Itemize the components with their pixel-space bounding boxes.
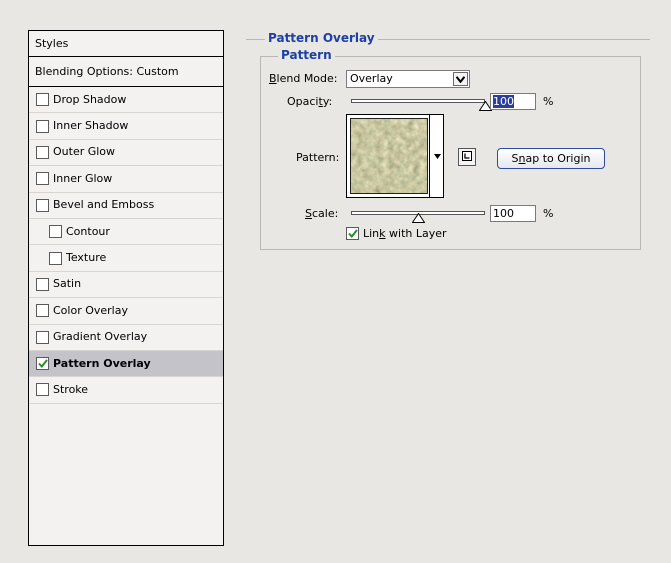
pattern-label: Pattern: xyxy=(296,151,340,164)
style-item-contour[interactable]: Contour xyxy=(29,219,223,246)
scale-unit: % xyxy=(543,207,554,220)
checkbox-icon[interactable] xyxy=(36,93,49,107)
style-item-label: Color Overlay xyxy=(53,303,128,317)
chevron-down-icon[interactable] xyxy=(453,72,468,86)
pattern-group-title: Pattern xyxy=(278,48,335,62)
scale-input[interactable]: 100 xyxy=(490,205,536,222)
style-item-inner-shadow[interactable]: Inner Shadow xyxy=(29,113,223,140)
styles-panel: Styles Blending Options: Custom Drop Sha… xyxy=(28,30,224,546)
style-item-label: Bevel and Emboss xyxy=(53,198,155,212)
checkbox-icon[interactable] xyxy=(36,330,49,344)
style-item-inner-glow[interactable]: Inner Glow xyxy=(29,166,223,193)
checkbox-icon[interactable] xyxy=(36,119,49,133)
checkbox-icon[interactable] xyxy=(36,304,49,318)
blend-mode-select[interactable]: Overlay xyxy=(346,70,470,88)
blending-options-item[interactable]: Blending Options: Custom xyxy=(29,57,223,87)
opacity-value: 100 xyxy=(493,95,514,108)
checkbox-icon[interactable] xyxy=(36,145,49,159)
blend-mode-label: Blend Mode: xyxy=(269,72,338,85)
pattern-overlay-title: Pattern Overlay xyxy=(265,31,378,45)
style-item-label: Pattern Overlay xyxy=(53,356,151,370)
checkbox-icon[interactable] xyxy=(346,227,359,240)
checkbox-icon[interactable] xyxy=(36,198,49,212)
style-item-satin[interactable]: Satin xyxy=(29,272,223,299)
style-item-label: Satin xyxy=(53,277,82,291)
opacity-input[interactable]: 100 xyxy=(490,93,536,110)
scale-value: 100 xyxy=(493,207,514,220)
styles-header[interactable]: Styles xyxy=(29,31,223,57)
style-item-label: Drop Shadow xyxy=(53,92,127,106)
checkbox-icon[interactable] xyxy=(36,357,49,371)
snap-to-origin-button[interactable]: Snap to Origin xyxy=(497,148,605,169)
style-item-texture[interactable]: Texture xyxy=(29,245,223,272)
style-item-label: Inner Glow xyxy=(53,171,113,185)
link-with-layer-checkbox[interactable]: Link with Layer xyxy=(346,227,447,240)
style-item-gradient-overlay[interactable]: Gradient Overlay xyxy=(29,325,223,351)
style-item-stroke[interactable]: Stroke xyxy=(29,377,223,404)
new-preset-button[interactable] xyxy=(458,148,476,166)
style-item-pattern-overlay[interactable]: Pattern Overlay xyxy=(29,350,223,378)
scale-slider-thumb[interactable] xyxy=(411,212,426,226)
pattern-preview xyxy=(350,118,428,194)
pattern-picker-arrow[interactable] xyxy=(429,114,444,198)
style-item-label: Texture xyxy=(66,251,107,265)
opacity-label: Opacity: xyxy=(287,95,333,108)
checkbox-icon[interactable] xyxy=(36,172,49,186)
link-with-layer-label: Link with Layer xyxy=(363,227,447,240)
style-item-color-overlay[interactable]: Color Overlay xyxy=(29,298,223,325)
opacity-slider-track[interactable] xyxy=(351,99,485,103)
style-list: Drop Shadow Inner Shadow Outer Glow Inner G… xyxy=(29,87,223,404)
blend-mode-value: Overlay xyxy=(350,72,393,85)
scale-label: Scale: xyxy=(305,207,339,220)
checkbox-icon[interactable] xyxy=(36,383,49,397)
opacity-unit: % xyxy=(543,95,554,108)
style-item-label: Gradient Overlay xyxy=(53,330,148,344)
style-item-label: Stroke xyxy=(53,383,89,396)
checkbox-icon[interactable] xyxy=(49,251,62,265)
new-preset-icon xyxy=(462,150,472,164)
style-item-bevel-and-emboss[interactable]: Bevel and Emboss xyxy=(29,193,223,219)
blending-options-label: Blending Options: Custom xyxy=(35,65,179,78)
styles-header-label: Styles xyxy=(35,37,69,50)
checkbox-icon[interactable] xyxy=(49,225,62,239)
style-item-label: Outer Glow xyxy=(53,145,116,159)
checkbox-icon[interactable] xyxy=(36,277,49,291)
style-item-label: Contour xyxy=(66,224,110,238)
style-item-drop-shadow[interactable]: Drop Shadow xyxy=(29,87,223,114)
style-item-outer-glow[interactable]: Outer Glow xyxy=(29,140,223,167)
style-item-label: Inner Shadow xyxy=(53,119,129,133)
